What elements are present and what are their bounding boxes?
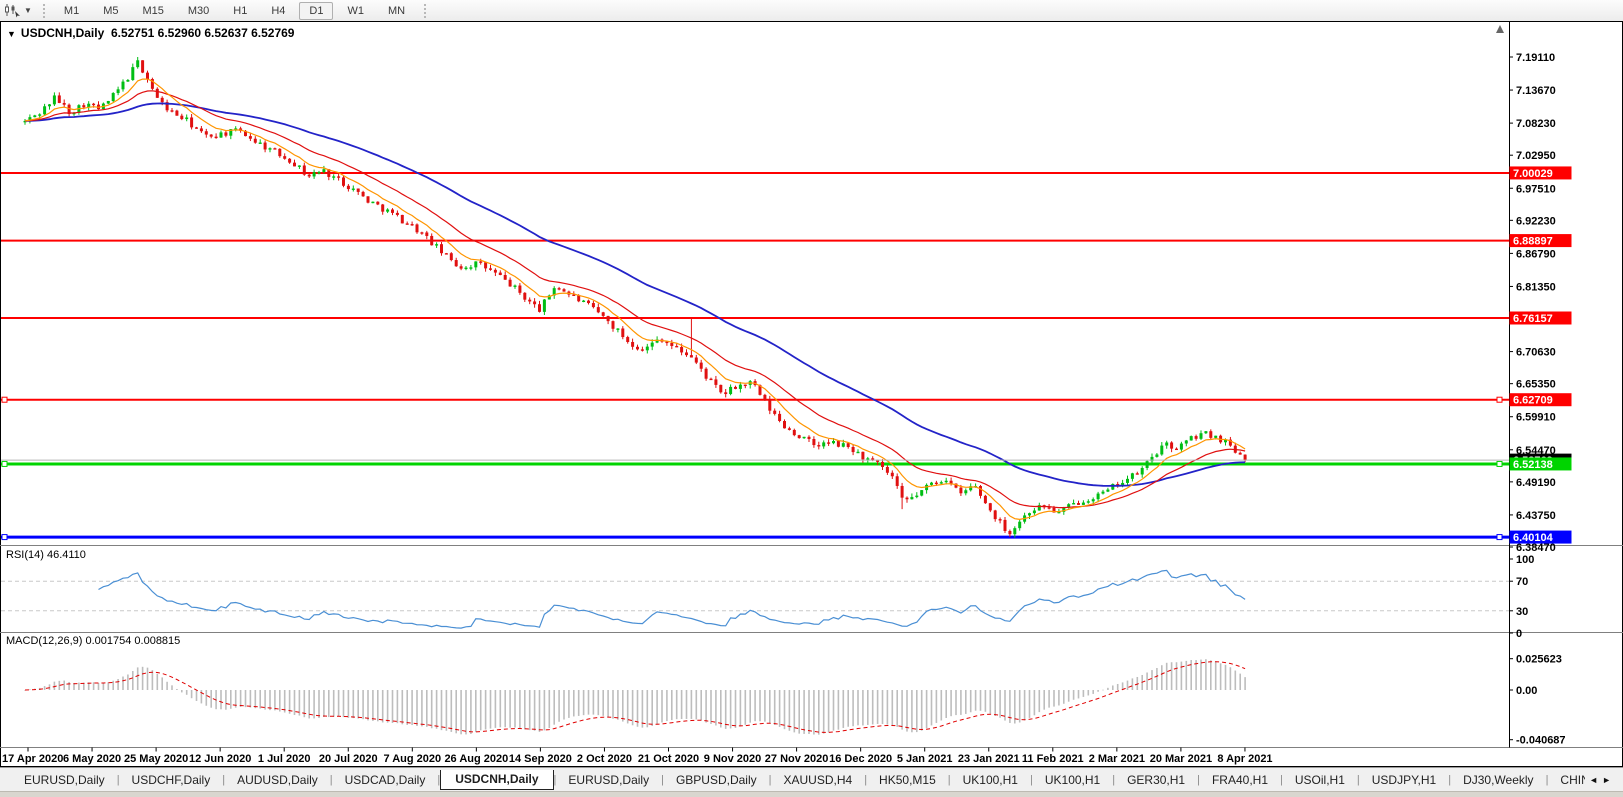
window-bottom-strip [0,791,1623,797]
svg-text:6.76157: 6.76157 [1513,313,1553,325]
level-badge-6.76157: 6.76157 [1510,311,1572,325]
svg-text:12 Jun 2020: 12 Jun 2020 [189,753,251,765]
svg-text:6 May 2020: 6 May 2020 [63,753,121,765]
svg-text:6.43750: 6.43750 [1516,510,1556,522]
svg-text:6.92230: 6.92230 [1516,215,1556,227]
candlestick-chart-icon[interactable] [3,3,23,19]
svg-text:21 Oct 2020: 21 Oct 2020 [638,753,699,765]
svg-text:9 Nov 2020: 9 Nov 2020 [704,753,761,765]
svg-text:17 Apr 2020: 17 Apr 2020 [2,753,63,765]
tab-hk50-m15[interactable]: HK50,M15 [867,770,948,790]
toolbar-grip[interactable] [43,4,45,18]
timeframe-button-m1[interactable]: M1 [54,2,89,20]
svg-text:20 Mar 2021: 20 Mar 2021 [1150,753,1212,765]
timeframe-buttons: M1M5M15 M30H1H4D1W1MN [52,2,417,20]
tab-fra40-h1[interactable]: FRA40,H1 [1200,770,1280,790]
svg-text:7.00029: 7.00029 [1513,168,1553,180]
timeframe-button-mn[interactable]: MN [378,2,415,20]
svg-text:2 Mar 2021: 2 Mar 2021 [1089,753,1145,765]
svg-text:6.40104: 6.40104 [1513,532,1554,544]
timeframe-button-d1[interactable]: D1 [299,2,333,20]
svg-text:30: 30 [1516,606,1528,618]
svg-text:1 Jul 2020: 1 Jul 2020 [258,753,311,765]
symbol-dropdown-icon[interactable]: ▼ [7,29,16,39]
tab-eurusd-daily[interactable]: EURUSD,Daily [556,770,661,790]
svg-text:6.62709: 6.62709 [1513,395,1553,407]
level-badge-7.00029: 7.00029 [1510,166,1572,180]
svg-text:25 May 2020: 25 May 2020 [124,753,188,765]
symbol-tabs: EURUSD,Daily|USDCHF,Daily|AUDUSD,Daily|U… [0,770,1585,790]
macd-indicator-label: MACD(12,26,9) 0.001754 0.008815 [6,635,180,647]
tab-ger30-h1[interactable]: GER30,H1 [1115,770,1197,790]
chart-symbol-period: USDCNH,Daily [21,26,104,40]
svg-text:20 Jul 2020: 20 Jul 2020 [319,753,378,765]
svg-text:27 Nov 2020: 27 Nov 2020 [765,753,829,765]
svg-text:16 Dec 2020: 16 Dec 2020 [829,753,892,765]
timeframe-button-m15[interactable]: M15 [132,2,173,20]
svg-text:6.65350: 6.65350 [1516,379,1556,391]
tab-usdchf-daily[interactable]: USDCHF,Daily [120,770,223,790]
level-badge-6.62709: 6.62709 [1510,393,1572,407]
svg-text:7 Aug 2020: 7 Aug 2020 [383,753,441,765]
tab-dj30-weekly[interactable]: DJ30,Weekly [1451,770,1545,790]
svg-text:0.025623: 0.025623 [1516,654,1562,666]
svg-text:14 Sep 2020: 14 Sep 2020 [509,753,572,765]
chart-window: 7.19110 7.13670 7.08230 7.02950 6.97510 6.922… [0,21,1623,767]
tab-usdcad-daily[interactable]: USDCAD,Daily [333,770,438,790]
svg-text:7.13670: 7.13670 [1516,85,1556,97]
svg-text:5 Jan 2021: 5 Jan 2021 [897,753,953,765]
tab-china300-h1[interactable]: CHINA300,H1 [1548,770,1585,790]
svg-text:6.97510: 6.97510 [1516,183,1556,195]
svg-text:26 Aug 2020: 26 Aug 2020 [444,753,508,765]
tab-scroll-arrows: ◄► [1585,775,1623,785]
rsi-indicator-label: RSI(14) 46.4110 [6,549,86,561]
level-badge-6.52138: 6.52138 [1510,457,1572,471]
tab-gbpusd-daily[interactable]: GBPUSD,Daily [664,770,769,790]
toolbar-grip-2[interactable] [424,4,426,18]
timeframe-button-w1[interactable]: W1 [337,2,374,20]
tab-usoil-h1[interactable]: USOil,H1 [1283,770,1357,790]
svg-text:11 Feb 2021: 11 Feb 2021 [1022,753,1084,765]
tab-uk100-h1[interactable]: UK100,H1 [1033,770,1112,790]
chart-ohlc-values: 6.52751 6.52960 6.52637 6.52769 [111,26,295,40]
svg-text:7.02950: 7.02950 [1516,150,1556,162]
svg-text:70: 70 [1516,576,1528,588]
tab-usdjpy-h1[interactable]: USDJPY,H1 [1360,770,1448,790]
svg-text:100: 100 [1516,554,1534,566]
level-badge-6.40104: 6.40104 [1510,531,1572,545]
svg-text:7.08230: 7.08230 [1516,118,1556,130]
tab-eurusd-daily[interactable]: EURUSD,Daily [12,770,117,790]
timeframe-button-m30[interactable]: M30 [178,2,219,20]
svg-text:2 Oct 2020: 2 Oct 2020 [577,753,632,765]
svg-text:6.70630: 6.70630 [1516,347,1556,359]
timeframe-button-h1[interactable]: H1 [223,2,257,20]
tab-uk100-h1[interactable]: UK100,H1 [951,770,1030,790]
tab-scroll-right-icon[interactable]: ► [1602,775,1615,785]
svg-text:7.19110: 7.19110 [1516,52,1555,64]
chart-tab-bar: EURUSD,Daily|USDCHF,Daily|AUDUSD,Daily|U… [0,767,1623,792]
tab-usdcnh-daily[interactable]: USDCNH,Daily [440,770,553,790]
svg-text:6.52138: 6.52138 [1513,459,1553,471]
svg-text:6.49190: 6.49190 [1516,477,1556,489]
svg-text:6.86790: 6.86790 [1516,248,1556,260]
tab-scroll-left-icon[interactable]: ◄ [1589,775,1602,785]
level-badge-6.88897: 6.88897 [1510,234,1572,248]
chart-title: ▼ USDCNH,Daily 6.52751 6.52960 6.52637 6.… [7,26,294,40]
tab-xauusd-h4[interactable]: XAUUSD,H4 [772,770,865,790]
svg-text:0: 0 [1516,628,1522,640]
timeframe-button-m5[interactable]: M5 [93,2,128,20]
timeframe-button-h4[interactable]: H4 [261,2,295,20]
svg-text:6.81350: 6.81350 [1516,281,1556,293]
svg-text:8 Apr 2021: 8 Apr 2021 [1217,753,1272,765]
svg-text:6.88897: 6.88897 [1513,236,1553,248]
chart-canvas[interactable]: 7.19110 7.13670 7.08230 7.02950 6.97510 6.922… [0,21,1623,767]
tab-audusd-daily[interactable]: AUDUSD,Daily [225,770,330,790]
chart-tool-dropdown-icon[interactable]: ▼ [24,6,32,15]
svg-text:23 Jan 2021: 23 Jan 2021 [958,753,1020,765]
svg-text:0.00: 0.00 [1516,685,1537,697]
svg-text:6.59910: 6.59910 [1516,412,1556,424]
top-toolbar: ▼ M1M5M15 M30H1H4D1W1MN [0,0,1623,22]
chart-window-border [1,22,1623,767]
svg-text:-0.040687: -0.040687 [1516,735,1566,747]
